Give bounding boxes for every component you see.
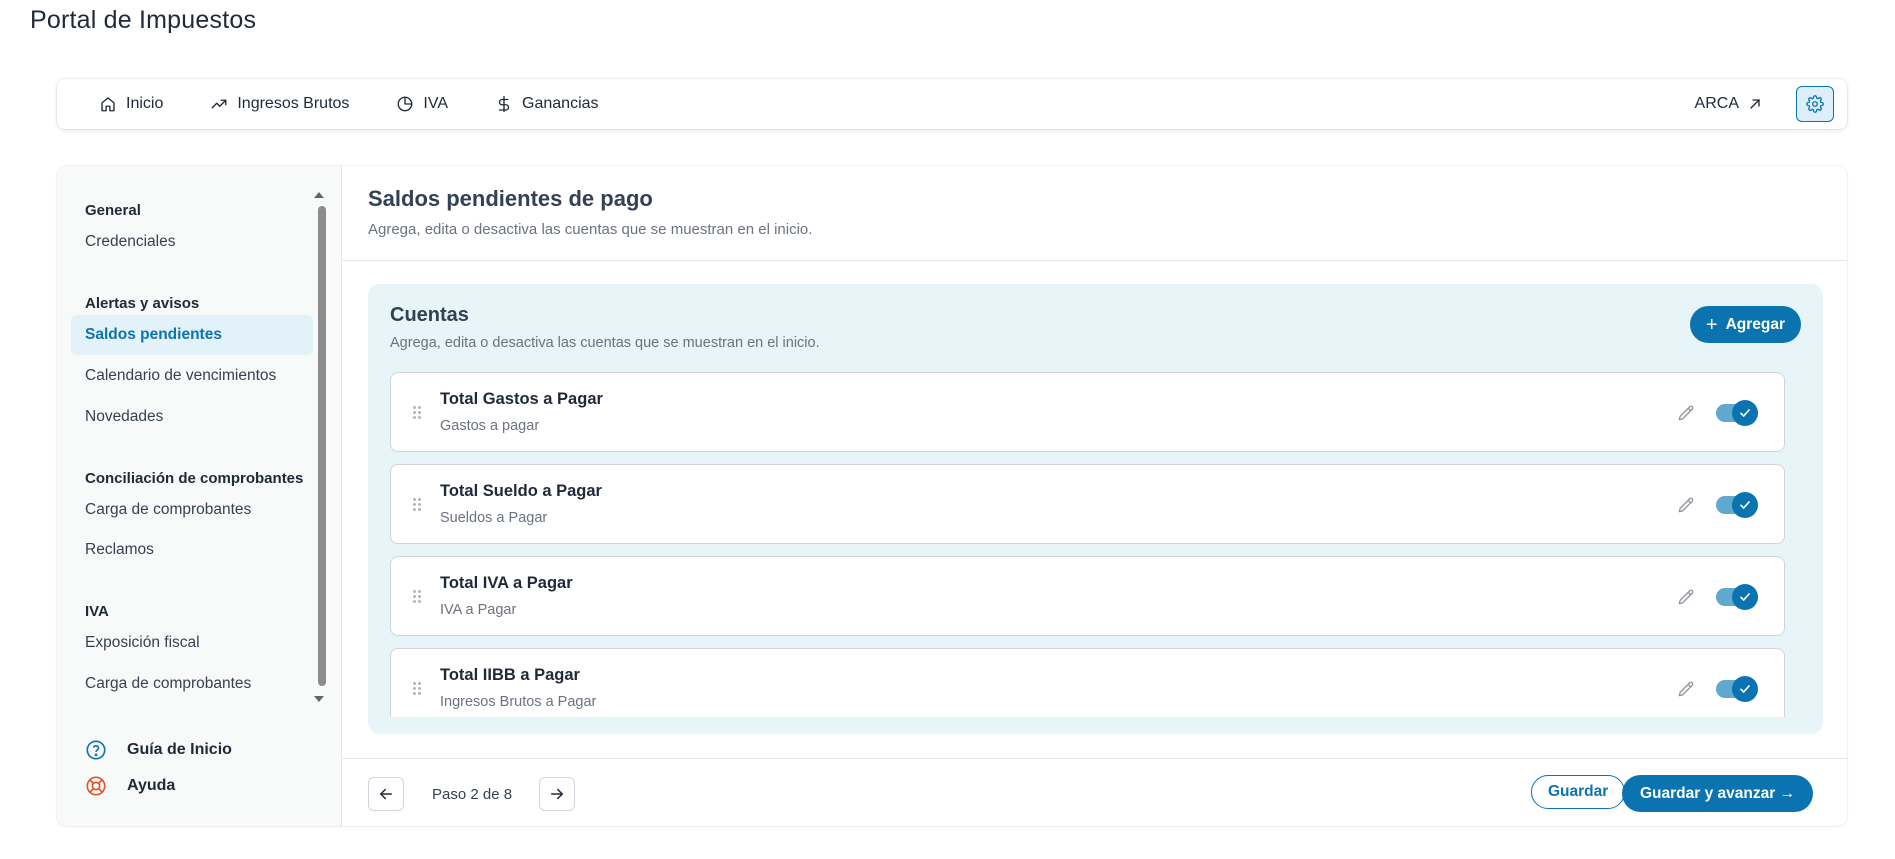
nav-item-label: Ingresos Brutos [237, 95, 350, 112]
edit-pencil-icon[interactable] [1676, 403, 1696, 423]
settings-button[interactable] [1796, 86, 1834, 122]
drag-handle-icon[interactable] [413, 406, 421, 420]
help-circle-icon [86, 740, 106, 760]
content-footer: Paso 2 de 8 Guardar Guardar y avanzar → [342, 758, 1847, 826]
sidebar-item-reclamos[interactable]: Reclamos [71, 530, 313, 570]
check-icon [1732, 584, 1758, 610]
pie-chart-icon [398, 96, 413, 112]
step-indicator: Paso 2 de 8 [432, 786, 513, 803]
gear-icon [1806, 95, 1824, 113]
account-name: Total IIBB a Pagar [440, 666, 580, 684]
account-enabled-toggle[interactable] [1716, 400, 1758, 426]
sidebar-scroll-area[interactable]: General Credenciales Alertas y avisos Sa… [71, 180, 329, 730]
sidebar-item-credenciales[interactable]: Credenciales [71, 222, 313, 262]
drag-handle-icon[interactable] [413, 682, 421, 696]
nav-item-label: IVA [423, 95, 449, 112]
ayuda-link[interactable]: Ayuda [85, 775, 175, 797]
account-description: Gastos a pagar [440, 418, 540, 434]
account-enabled-toggle[interactable] [1716, 492, 1758, 518]
sidebar-scrollbar[interactable] [318, 206, 326, 686]
cuentas-subtitle: Agrega, edita o desactiva las cuentas qu… [390, 335, 820, 351]
sidebar-item-novedades[interactable]: Novedades [71, 397, 313, 437]
check-icon [1732, 676, 1758, 702]
nav-item-iva[interactable]: IVA [396, 95, 448, 113]
page-subtitle: Agrega, edita o desactiva las cuentas qu… [368, 221, 813, 238]
check-icon [1732, 492, 1758, 518]
next-step-button[interactable] [539, 777, 575, 811]
sidebar-item-calendario[interactable]: Calendario de vencimientos [71, 356, 313, 396]
sidebar-scroll-down[interactable] [314, 696, 324, 702]
sidebar: General Credenciales Alertas y avisos Sa… [57, 166, 342, 826]
sidebar-item-exposicion-fiscal[interactable]: Exposición fiscal [71, 623, 313, 663]
lifebuoy-icon [86, 776, 106, 796]
drag-handle-icon[interactable] [413, 498, 421, 512]
arrow-right-icon [551, 788, 563, 800]
drag-handle-icon[interactable] [413, 590, 421, 604]
add-account-button[interactable]: + Agregar [1689, 306, 1801, 343]
main-content: Saldos pendientes de pago Agrega, edita … [342, 166, 1847, 826]
sidebar-group-conciliacion: Conciliación de comprobantes [85, 470, 304, 487]
nav-item-ganancias[interactable]: Ganancias [495, 95, 599, 113]
top-navigation: Inicio Ingresos Brutos IVA Ganancias ARC… [57, 79, 1847, 129]
account-name: Total Sueldo a Pagar [440, 482, 602, 500]
arca-label: ARCA [1694, 95, 1739, 112]
save-and-next-button[interactable]: Guardar y avanzar → [1622, 775, 1814, 812]
sidebar-group-iva: IVA [85, 603, 109, 620]
trending-up-icon [211, 99, 227, 109]
dollar-icon [498, 95, 510, 113]
account-name: Total Gastos a Pagar [440, 390, 603, 408]
account-name: Total IVA a Pagar [440, 574, 573, 592]
edit-pencil-icon[interactable] [1676, 495, 1696, 515]
sidebar-item-saldos-pendientes[interactable]: Saldos pendientes [71, 315, 313, 355]
ayuda-label: Ayuda [127, 777, 176, 794]
save-button[interactable]: Guardar [1531, 775, 1626, 809]
account-description: Ingresos Brutos a Pagar [440, 694, 597, 710]
nav-item-label: Ganancias [522, 95, 599, 112]
account-description: IVA a Pagar [440, 602, 517, 618]
sidebar-group-general: General [85, 202, 141, 219]
check-icon [1732, 400, 1758, 426]
nav-item-label: Inicio [126, 95, 164, 112]
home-icon [101, 97, 115, 112]
app-title: Portal de Impuestos [30, 6, 257, 34]
account-card: Total IIBB a Pagar Ingresos Brutos a Pag… [390, 648, 1785, 717]
accounts-list[interactable]: Total Gastos a Pagar Gastos a pagar Tota… [390, 372, 1805, 717]
nav-item-inicio[interactable]: Inicio [99, 95, 163, 113]
guia-inicio-link[interactable]: Guía de Inicio [85, 739, 232, 761]
account-description: Sueldos a Pagar [440, 510, 548, 526]
settings-panel: General Credenciales Alertas y avisos Sa… [57, 166, 1847, 826]
content-header: Saldos pendientes de pago Agrega, edita … [342, 166, 1847, 261]
account-enabled-toggle[interactable] [1716, 584, 1758, 610]
plus-icon: + [1705, 313, 1718, 336]
arrow-up-right-icon [1750, 99, 1760, 109]
account-card: Total Gastos a Pagar Gastos a pagar [390, 372, 1785, 452]
edit-pencil-icon[interactable] [1676, 587, 1696, 607]
sidebar-scroll-up[interactable] [314, 192, 324, 198]
sidebar-item-carga-comprobantes-iva[interactable]: Carga de comprobantes [71, 664, 313, 704]
add-account-label: Agregar [1725, 315, 1785, 333]
nav-item-ingresos-brutos[interactable]: Ingresos Brutos [210, 95, 349, 113]
edit-pencil-icon[interactable] [1676, 679, 1696, 699]
guia-inicio-label: Guía de Inicio [127, 741, 232, 758]
account-card: Total Sueldo a Pagar Sueldos a Pagar [390, 464, 1785, 544]
arca-external-link[interactable]: ARCA [1695, 95, 1763, 113]
arrow-left-icon [380, 788, 392, 800]
account-enabled-toggle[interactable] [1716, 676, 1758, 702]
account-card: Total IVA a Pagar IVA a Pagar [390, 556, 1785, 636]
page-title: Saldos pendientes de pago [368, 186, 653, 211]
sidebar-item-carga-comprobantes[interactable]: Carga de comprobantes [71, 490, 313, 530]
cuentas-section: Cuentas Agrega, edita o desactiva las cu… [368, 284, 1823, 734]
cuentas-title: Cuentas [390, 304, 469, 326]
prev-step-button[interactable] [368, 777, 404, 811]
sidebar-group-alertas: Alertas y avisos [85, 295, 200, 312]
